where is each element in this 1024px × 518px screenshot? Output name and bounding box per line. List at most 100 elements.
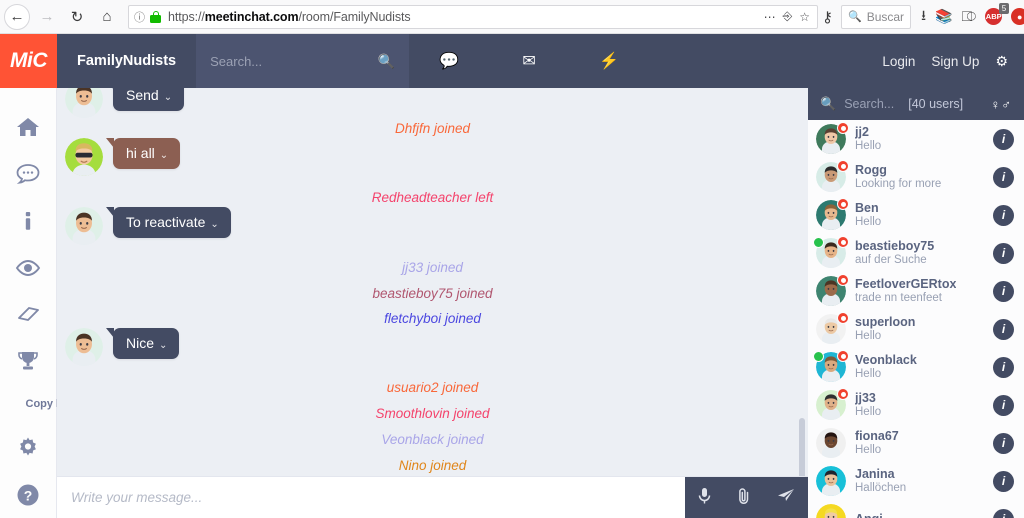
envelope-icon[interactable]: ✉ bbox=[489, 51, 569, 71]
private-chat-badge-icon[interactable] bbox=[837, 160, 849, 172]
user-list-item[interactable]: superloon Hello i bbox=[808, 310, 1024, 348]
user-info-button[interactable]: i bbox=[993, 318, 1014, 340]
private-chat-badge-icon[interactable] bbox=[837, 388, 849, 400]
private-chat-badge-icon[interactable] bbox=[837, 198, 849, 210]
sidebar-item-chat[interactable] bbox=[0, 151, 57, 198]
online-status-indicator bbox=[813, 351, 824, 362]
user-list-item[interactable]: Veonblack Hello i bbox=[808, 348, 1024, 386]
user-info-button[interactable]: i bbox=[993, 394, 1014, 416]
sidebar-item-settings[interactable] bbox=[0, 424, 57, 471]
send-icon[interactable] bbox=[777, 488, 795, 508]
private-chat-badge-icon[interactable] bbox=[837, 122, 849, 134]
private-chat-badge-icon[interactable] bbox=[837, 312, 849, 324]
avatar[interactable] bbox=[816, 504, 846, 518]
copy-link-label[interactable]: Copy li bbox=[0, 384, 57, 424]
chevron-down-icon[interactable]: ⌄ bbox=[210, 219, 218, 230]
user-info-button[interactable]: i bbox=[993, 242, 1014, 264]
user-info-button[interactable]: i bbox=[993, 128, 1014, 150]
gender-filter-icon[interactable]: ♀♂ bbox=[991, 97, 1013, 112]
user-text-block: FeetloverGERtox trade nn teenfeet bbox=[855, 277, 956, 305]
chat-messages-area[interactable]: Jamie1996Send⌄rocksnakehi all⌄Jamie1996T… bbox=[57, 88, 808, 476]
avatar[interactable] bbox=[813, 350, 849, 382]
browser-search-box[interactable]: 🔍 Buscar bbox=[841, 4, 912, 29]
private-chat-badge-icon[interactable] bbox=[837, 274, 849, 286]
avatar[interactable]: Jamie1996 bbox=[65, 88, 103, 118]
user-info-button[interactable]: i bbox=[993, 470, 1014, 492]
reader-mode-icon[interactable]: ⎆ bbox=[783, 9, 793, 24]
login-link[interactable]: Login bbox=[882, 54, 915, 69]
sidebar-item-help[interactable]: ? bbox=[0, 471, 57, 518]
private-chat-badge-icon[interactable] bbox=[837, 236, 849, 248]
user-list-item[interactable]: Angi i bbox=[808, 500, 1024, 518]
user-list-item[interactable]: FeetloverGERtox trade nn teenfeet i bbox=[808, 272, 1024, 310]
header-search[interactable]: Search... 🔍 bbox=[196, 34, 410, 88]
message-bubble[interactable]: Nice ⌄ bbox=[105, 328, 180, 359]
lightning-bolt-icon[interactable]: ⚡ bbox=[569, 51, 649, 71]
key-icon[interactable]: ⚷ bbox=[822, 2, 833, 32]
message-bubble[interactable]: Send ⌄ bbox=[105, 88, 185, 111]
message-input[interactable]: Write your message... bbox=[57, 490, 685, 505]
sidebar-item-visibility[interactable] bbox=[0, 244, 57, 291]
chat-scrollbar[interactable] bbox=[799, 418, 805, 476]
user-list-item[interactable]: fiona67 Hello i bbox=[808, 424, 1024, 462]
user-list-item[interactable]: Ben Hello i bbox=[808, 196, 1024, 234]
info-circle-icon[interactable]: ⓘ bbox=[134, 9, 145, 25]
avatar[interactable] bbox=[816, 388, 849, 420]
avatar[interactable] bbox=[816, 274, 849, 306]
user-list-item[interactable]: jj33 Hello i bbox=[808, 386, 1024, 424]
page-actions-icon[interactable]: ⋯ bbox=[764, 10, 776, 24]
avatar[interactable]: Jamie1996 bbox=[65, 207, 103, 245]
user-list-item[interactable]: Rogg Looking for more i bbox=[808, 158, 1024, 196]
download-icon[interactable]: ⭳ bbox=[921, 5, 926, 29]
adblock-icon[interactable]: ABP 5 bbox=[985, 3, 1010, 25]
avatar[interactable] bbox=[816, 428, 846, 458]
address-bar[interactable]: ⓘ https://meetinchat.com/room/FamilyNudi… bbox=[128, 4, 818, 29]
avatar[interactable] bbox=[813, 236, 849, 268]
chat-bubble-icon[interactable]: 💬 bbox=[409, 51, 489, 71]
back-icon[interactable]: ← bbox=[4, 3, 30, 30]
avatar[interactable]: rocksnake bbox=[65, 138, 103, 176]
user-info-button[interactable]: i bbox=[993, 432, 1014, 454]
avatar[interactable] bbox=[816, 160, 849, 192]
sidebar-item-eraser[interactable] bbox=[0, 291, 57, 338]
sidebar-item-info[interactable] bbox=[0, 197, 57, 244]
user-info-button[interactable]: i bbox=[993, 356, 1014, 378]
signup-link[interactable]: Sign Up bbox=[931, 54, 979, 69]
user-name: Rogg bbox=[855, 162, 887, 177]
search-icon[interactable]: 🔍 bbox=[378, 53, 395, 70]
home-icon[interactable]: ⌂ bbox=[92, 2, 122, 32]
user-info-button[interactable]: i bbox=[993, 204, 1014, 226]
users-search-input[interactable]: Search... bbox=[844, 97, 894, 111]
avatar[interactable] bbox=[816, 466, 846, 496]
avatar[interactable] bbox=[816, 198, 849, 230]
avatar[interactable] bbox=[816, 312, 849, 344]
privacy-badger-icon[interactable]: ● bbox=[1011, 8, 1024, 25]
message-bubble[interactable]: To reactivate ⌄ bbox=[106, 207, 231, 238]
message-bubble[interactable]: hi all ⌄ bbox=[105, 138, 181, 169]
app-logo[interactable]: MiC bbox=[0, 34, 57, 88]
forward-icon[interactable]: → bbox=[32, 2, 62, 32]
paperclip-icon[interactable] bbox=[737, 487, 751, 509]
microphone-icon[interactable] bbox=[698, 487, 711, 509]
avatar[interactable]: Jamie1996 bbox=[65, 328, 103, 366]
user-info-button[interactable]: i bbox=[993, 280, 1014, 302]
sidebar-icon[interactable]: ⎄ bbox=[961, 8, 976, 25]
sidebar-item-home[interactable] bbox=[0, 104, 57, 151]
reload-icon[interactable]: ↻ bbox=[62, 2, 92, 32]
chevron-down-icon[interactable]: ⌄ bbox=[159, 340, 167, 351]
chevron-down-icon[interactable]: ⌄ bbox=[164, 92, 172, 103]
user-info-button[interactable]: i bbox=[993, 508, 1014, 518]
library-icon[interactable]: 📚 bbox=[935, 8, 952, 25]
gear-icon[interactable]: ⚙ bbox=[995, 53, 1008, 70]
user-info-button[interactable]: i bbox=[993, 166, 1014, 188]
private-chat-badge-icon[interactable] bbox=[837, 350, 849, 362]
bookmark-star-icon[interactable]: ☆ bbox=[799, 10, 810, 24]
sidebar-item-trophy[interactable] bbox=[0, 338, 57, 385]
user-list-item[interactable]: Janina Hallöchen i bbox=[808, 462, 1024, 500]
chevron-down-icon[interactable]: ⌄ bbox=[160, 150, 168, 161]
avatar[interactable] bbox=[816, 122, 849, 154]
search-icon[interactable]: 🔍 bbox=[820, 96, 836, 112]
user-list-item[interactable]: jj2 Hello i bbox=[808, 120, 1024, 158]
user-text-block: beastieboy75 auf der Suche bbox=[855, 239, 934, 267]
user-list-item[interactable]: beastieboy75 auf der Suche i bbox=[808, 234, 1024, 272]
